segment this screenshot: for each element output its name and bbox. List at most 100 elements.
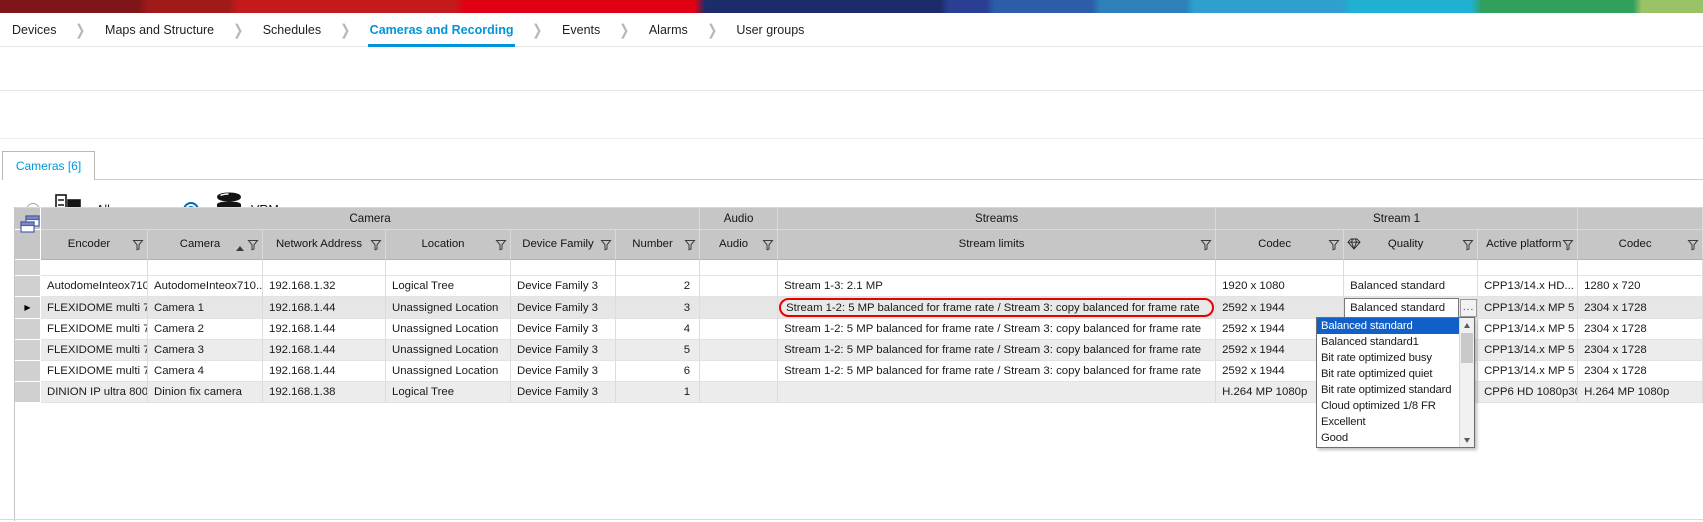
cell-location[interactable]: Unassigned Location bbox=[386, 319, 511, 340]
filter-icon[interactable] bbox=[132, 239, 144, 254]
col-header-number[interactable]: Number bbox=[616, 230, 700, 260]
filter-icon[interactable] bbox=[762, 239, 774, 254]
cell-location[interactable]: Logical Tree bbox=[386, 382, 511, 403]
cell-codec2[interactable]: 2304 x 1728 bbox=[1578, 340, 1703, 361]
dropdown-item[interactable]: Cloud optimized 1/8 FR bbox=[1317, 398, 1459, 414]
row-selector[interactable] bbox=[15, 340, 41, 361]
col-header-active-platform[interactable]: Active platform bbox=[1478, 230, 1578, 260]
filter-icon[interactable] bbox=[1562, 239, 1574, 254]
col-header-quality[interactable]: Quality bbox=[1344, 230, 1478, 260]
col-header-camera[interactable]: Camera bbox=[148, 230, 263, 260]
cell-number[interactable]: 3 bbox=[616, 297, 700, 319]
tab-cameras[interactable]: Cameras [6] bbox=[2, 151, 95, 180]
cell-active-platform[interactable]: CPP13/14.x MP 5 bbox=[1478, 361, 1578, 382]
cell-encoder[interactable]: FLEXIDOME multi 70... bbox=[41, 340, 148, 361]
scroll-down-icon[interactable] bbox=[1460, 433, 1474, 447]
cell-stream-limits[interactable]: Stream 1-2: 5 MP balanced for frame rate… bbox=[778, 297, 1216, 319]
cell-location[interactable]: Unassigned Location bbox=[386, 340, 511, 361]
scroll-up-icon[interactable] bbox=[1460, 318, 1474, 332]
dropdown-item[interactable]: Bit rate optimized busy bbox=[1317, 350, 1459, 366]
cell-device-family[interactable]: Device Family 3 bbox=[511, 361, 616, 382]
cell-quality[interactable]: Balanced standard bbox=[1344, 276, 1478, 297]
cell-audio[interactable] bbox=[700, 297, 778, 319]
row-selector[interactable] bbox=[15, 382, 41, 403]
cell-stream-limits[interactable]: Stream 1-2: 5 MP balanced for frame rate… bbox=[778, 361, 1216, 382]
filter-icon[interactable] bbox=[684, 239, 696, 254]
cell-codec2[interactable]: H.264 MP 1080p bbox=[1578, 382, 1703, 403]
cell-stream-limits[interactable]: Stream 1-2: 5 MP balanced for frame rate… bbox=[778, 340, 1216, 361]
cell-active-platform[interactable]: CPP13/14.x MP 5 bbox=[1478, 340, 1578, 361]
dropdown-item-selected[interactable]: Balanced standard bbox=[1317, 318, 1459, 334]
col-header-device-family[interactable]: Device Family bbox=[511, 230, 616, 260]
cell-network-address[interactable]: 192.168.1.44 bbox=[263, 361, 386, 382]
cell-camera[interactable]: Camera 4 bbox=[148, 361, 263, 382]
cell-encoder[interactable]: FLEXIDOME multi 70... bbox=[41, 361, 148, 382]
cell-codec2[interactable]: 1280 x 720 bbox=[1578, 276, 1703, 297]
col-header-codec-stream1[interactable]: Codec bbox=[1216, 230, 1344, 260]
nav-item-schedules[interactable]: Schedules bbox=[263, 13, 321, 47]
dropdown-item[interactable]: Balanced standard1 bbox=[1317, 334, 1459, 350]
cell-codec1[interactable]: 1920 x 1080 bbox=[1216, 276, 1344, 297]
col-header-audio[interactable]: Audio bbox=[700, 230, 778, 260]
cell-number[interactable]: 5 bbox=[616, 340, 700, 361]
col-header-location[interactable]: Location bbox=[386, 230, 511, 260]
cell-camera[interactable]: AutodomeInteox710... bbox=[148, 276, 263, 297]
dropdown-item[interactable]: Good bbox=[1317, 430, 1459, 446]
cell-number[interactable]: 2 bbox=[616, 276, 700, 297]
cell-device-family[interactable]: Device Family 3 bbox=[511, 319, 616, 340]
cell-codec2[interactable]: 2304 x 1728 bbox=[1578, 361, 1703, 382]
col-header-encoder[interactable]: Encoder bbox=[41, 230, 148, 260]
cell-codec1[interactable]: 2592 x 1944 bbox=[1216, 297, 1344, 319]
filter-icon[interactable] bbox=[1462, 239, 1474, 254]
cell-encoder[interactable]: AutodomeInteox710... bbox=[41, 276, 148, 297]
cell-network-address[interactable]: 192.168.1.38 bbox=[263, 382, 386, 403]
cell-audio[interactable] bbox=[700, 382, 778, 403]
nav-item-maps-and-structure[interactable]: Maps and Structure bbox=[105, 13, 214, 47]
filter-icon[interactable] bbox=[370, 239, 382, 254]
cell-number[interactable]: 6 bbox=[616, 361, 700, 382]
filter-icon[interactable] bbox=[247, 239, 259, 254]
cell-stream-limits[interactable]: Stream 1-3: 2.1 MP bbox=[778, 276, 1216, 297]
nav-item-events[interactable]: Events bbox=[562, 13, 600, 47]
filter-icon[interactable] bbox=[1328, 239, 1340, 254]
cell-device-family[interactable]: Device Family 3 bbox=[511, 297, 616, 319]
grid-options-icon[interactable] bbox=[18, 213, 42, 242]
cell-number[interactable]: 1 bbox=[616, 382, 700, 403]
cell-camera[interactable]: Dinion fix camera bbox=[148, 382, 263, 403]
filter-icon[interactable] bbox=[1200, 239, 1212, 254]
cell-location[interactable]: Unassigned Location bbox=[386, 297, 511, 319]
cell-codec2[interactable]: 2304 x 1728 bbox=[1578, 297, 1703, 319]
cell-encoder[interactable]: FLEXIDOME multi 70... bbox=[41, 297, 148, 319]
cell-camera[interactable]: Camera 3 bbox=[148, 340, 263, 361]
cell-camera[interactable]: Camera 1 bbox=[148, 297, 263, 319]
cell-camera[interactable]: Camera 2 bbox=[148, 319, 263, 340]
row-selector[interactable] bbox=[15, 319, 41, 340]
filter-icon[interactable] bbox=[1687, 239, 1699, 254]
filter-icon[interactable] bbox=[495, 239, 507, 254]
row-selector[interactable] bbox=[15, 276, 41, 297]
row-selector[interactable] bbox=[15, 361, 41, 382]
cell-audio[interactable] bbox=[700, 319, 778, 340]
more-options-button[interactable]: ... bbox=[1460, 299, 1477, 317]
cell-quality[interactable]: Balanced standard... bbox=[1344, 297, 1478, 319]
filter-icon[interactable] bbox=[600, 239, 612, 254]
cell-encoder[interactable]: DINION IP ultra 800... bbox=[41, 382, 148, 403]
col-header-codec-stream2[interactable]: Codec bbox=[1578, 230, 1703, 260]
cell-encoder[interactable]: FLEXIDOME multi 70... bbox=[41, 319, 148, 340]
dropdown-item[interactable]: Bit rate optimized standard bbox=[1317, 382, 1459, 398]
quality-editor[interactable]: Balanced standard bbox=[1344, 298, 1459, 318]
cell-audio[interactable] bbox=[700, 340, 778, 361]
dropdown-scrollbar[interactable] bbox=[1459, 318, 1474, 447]
nav-item-alarms[interactable]: Alarms bbox=[649, 13, 688, 47]
cell-network-address[interactable]: 192.168.1.44 bbox=[263, 340, 386, 361]
cell-stream-limits[interactable]: Stream 1-2: 5 MP balanced for frame rate… bbox=[778, 319, 1216, 340]
cell-active-platform[interactable]: CPP6 HD 1080p30 bbox=[1478, 382, 1578, 403]
cell-audio[interactable] bbox=[700, 276, 778, 297]
col-header-network-address[interactable]: Network Address bbox=[263, 230, 386, 260]
cell-active-platform[interactable]: CPP13/14.x HD... bbox=[1478, 276, 1578, 297]
cell-device-family[interactable]: Device Family 3 bbox=[511, 382, 616, 403]
cell-device-family[interactable]: Device Family 3 bbox=[511, 276, 616, 297]
cell-device-family[interactable]: Device Family 3 bbox=[511, 340, 616, 361]
cell-network-address[interactable]: 192.168.1.44 bbox=[263, 297, 386, 319]
cell-active-platform[interactable]: CPP13/14.x MP 5 bbox=[1478, 297, 1578, 319]
